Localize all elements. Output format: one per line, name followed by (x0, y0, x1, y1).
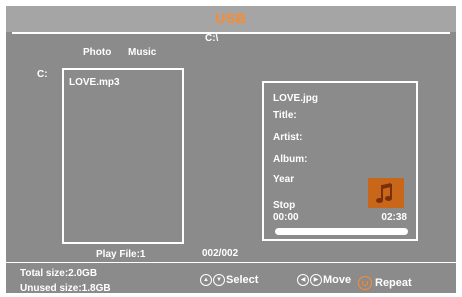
progress-bar[interactable] (275, 228, 408, 235)
header-bar: USB (6, 6, 456, 32)
repeat-hint-label: Repeat (375, 277, 412, 289)
arrow-down-icon: ▼ (213, 274, 225, 286)
info-panel: LOVE.jpg Title: Artist: Album: Year Stop… (262, 81, 418, 241)
info-album-label: Album: (273, 154, 308, 165)
elapsed-time: 00:00 (273, 212, 299, 223)
info-artist-label: Artist: (273, 132, 303, 143)
repeat-hint: Repeat (358, 276, 412, 290)
move-hint: ◀ ▶ Move (297, 274, 351, 286)
info-title-label: Title: (273, 110, 297, 121)
tab-photo[interactable]: Photo (83, 47, 111, 58)
page-counter: 002/002 (202, 248, 239, 259)
info-filename: LOVE.jpg (273, 93, 318, 104)
music-note-icon (368, 178, 404, 208)
arrow-right-icon: ▶ (310, 274, 322, 286)
file-item[interactable]: LOVE.mp3 (69, 77, 120, 88)
total-duration: 02:38 (381, 212, 407, 223)
tab-music[interactable]: Music (128, 47, 156, 58)
play-file-counter: Play File:1 (96, 249, 146, 260)
playback-state: Stop (273, 200, 296, 211)
arrow-up-icon: ▲ (200, 274, 212, 286)
select-hint-label: Select (226, 274, 259, 286)
move-hint-label: Move (323, 274, 352, 286)
total-size: Total size:2.0GB (20, 268, 98, 279)
unused-size: Unused size:1.8GB (20, 283, 111, 294)
drive-label[interactable]: C: (37, 69, 48, 80)
footer-divider (6, 262, 456, 263)
media-player-screen: USB C:\ Photo Music C: LOVE.mp3 LOVE.jpg… (6, 6, 456, 294)
current-path: C:\ (205, 33, 219, 44)
arrow-left-icon: ◀ (297, 274, 309, 286)
info-year-label: Year (273, 174, 295, 185)
source-title: USB (215, 10, 247, 26)
repeat-icon (358, 276, 372, 290)
file-list[interactable]: LOVE.mp3 (62, 68, 184, 244)
header-divider (12, 32, 450, 34)
select-hint: ▲ ▼ Select (200, 274, 258, 286)
